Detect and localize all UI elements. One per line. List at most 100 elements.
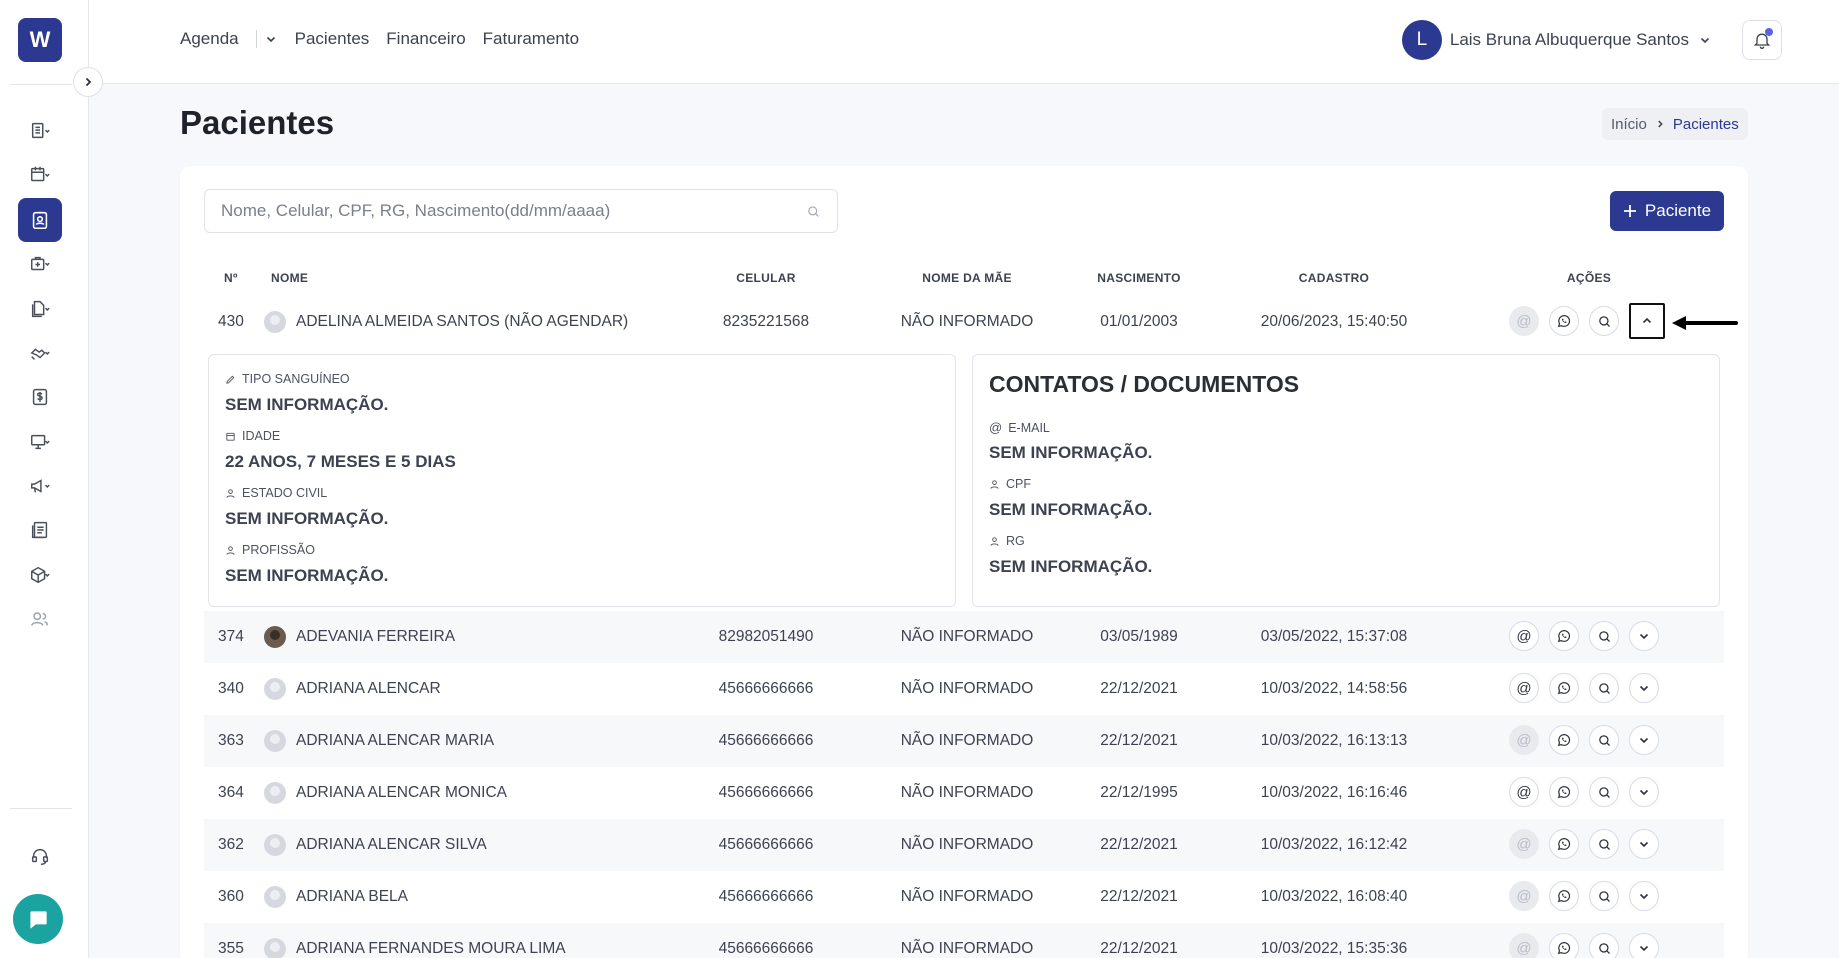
whatsapp-button[interactable]	[1549, 673, 1579, 703]
table-row[interactable]: 360 ADRIANA BELA 45666666666 NÃO INFORMADO 2…	[204, 871, 1724, 923]
view-button[interactable]	[1589, 725, 1619, 755]
whatsapp-button[interactable]	[1549, 777, 1579, 807]
sidebar-item-monitor[interactable]	[18, 420, 62, 464]
sidebar-item-pacientes[interactable]	[18, 198, 62, 242]
whatsapp-icon	[1557, 682, 1571, 695]
sidebar-item-financeiro[interactable]	[18, 375, 62, 419]
cell-mae: NÃO INFORMADO	[900, 940, 1034, 957]
cell-mae: NÃO INFORMADO	[900, 836, 1034, 853]
at-icon: @	[1516, 627, 1532, 645]
email-button[interactable]: @	[1509, 933, 1539, 958]
whatsapp-button[interactable]	[1549, 829, 1579, 859]
cell-name: ADELINA ALMEIDA SANTOS (NÃO AGENDAR)	[296, 313, 629, 330]
whatsapp-button[interactable]	[1549, 933, 1579, 958]
email-button[interactable]: @	[1509, 306, 1539, 336]
table-row[interactable]: 363 ADRIANA ALENCAR MARIA 45666666666 NÃO I…	[204, 715, 1724, 767]
medical-bag-icon	[31, 256, 50, 271]
at-icon: @	[1516, 679, 1532, 697]
sidebar-item-documents[interactable]	[18, 287, 62, 331]
dollar-icon	[32, 388, 48, 406]
detail-label: @ E-MAIL	[989, 420, 1050, 435]
email-button[interactable]: @	[1509, 881, 1539, 911]
whatsapp-button[interactable]	[1549, 881, 1579, 911]
sidebar-divider	[10, 84, 72, 85]
detail-label: TIPO SANGUÍNEO	[225, 372, 350, 386]
expand-row-button[interactable]	[1629, 881, 1659, 911]
view-button[interactable]	[1589, 673, 1619, 703]
whatsapp-button[interactable]	[1549, 621, 1579, 651]
expand-row-button[interactable]	[1629, 777, 1659, 807]
chevron-down-icon	[1639, 893, 1649, 900]
row-actions: @	[1509, 621, 1659, 651]
topbar: Agenda Pacientes Financeiro Faturamento …	[89, 0, 1839, 84]
sidebar-item-estoque[interactable]	[18, 553, 62, 597]
expand-row-button[interactable]	[1629, 725, 1659, 755]
expand-row-button[interactable]	[1629, 621, 1659, 651]
collapse-row-button[interactable]	[1629, 303, 1665, 339]
chat-button[interactable]	[13, 894, 63, 944]
email-button[interactable]: @	[1509, 725, 1539, 755]
expand-row-button[interactable]	[1629, 673, 1659, 703]
detail-label-text: RG	[1006, 534, 1025, 548]
view-button[interactable]	[1589, 829, 1619, 859]
sidebar-item-agenda[interactable]	[18, 153, 62, 197]
email-button[interactable]: @	[1509, 673, 1539, 703]
cell-name: ADRIANA BELA	[296, 888, 408, 905]
sidebar-item-users[interactable]	[18, 597, 62, 641]
sidebar-item-medical[interactable]	[18, 242, 62, 286]
email-button[interactable]: @	[1509, 621, 1539, 651]
view-button[interactable]	[1589, 306, 1619, 336]
patient-avatar	[264, 834, 286, 856]
sidebar-item-handshake[interactable]	[18, 331, 62, 375]
whatsapp-button[interactable]	[1549, 725, 1579, 755]
agenda-dropdown[interactable]	[265, 33, 277, 45]
expand-row-button[interactable]	[1629, 829, 1659, 859]
email-button[interactable]: @	[1509, 829, 1539, 859]
view-button[interactable]	[1589, 933, 1619, 958]
search-icon	[1598, 890, 1610, 902]
table-row[interactable]: 362 ADRIANA ALENCAR SILVA 45666666666 NÃO I…	[204, 819, 1724, 871]
expand-row-button[interactable]	[1629, 933, 1659, 958]
nav-financeiro[interactable]: Financeiro	[386, 29, 465, 49]
view-button[interactable]	[1589, 881, 1619, 911]
whatsapp-button[interactable]	[1549, 306, 1579, 336]
detail-label-text: CPF	[1006, 477, 1031, 491]
notifications-button[interactable]	[1742, 20, 1782, 60]
page-title: Pacientes	[180, 104, 335, 141]
contacts-documents-panel: CONTATOS / DOCUMENTOS @ E-MAIL SEM INFOR…	[972, 354, 1720, 607]
sidebar-item-marketing[interactable]	[18, 464, 62, 508]
table-row[interactable]: 355 ADRIANA FERNANDES MOURA LIMA 456666666…	[204, 923, 1724, 958]
whatsapp-icon	[1557, 630, 1571, 643]
cell-cad: 10/03/2022, 15:35:36	[1260, 940, 1408, 957]
sidebar-item-list[interactable]	[18, 109, 62, 153]
sidebar-toggle-button[interactable]	[73, 67, 103, 97]
table-row[interactable]: 364 ADRIANA ALENCAR MONICA 45666666666 NÃO …	[204, 767, 1724, 819]
search-input[interactable]	[221, 201, 807, 221]
table-header: Nº NOME CELULAR NOME DA MÃE NASCIMENTO C…	[204, 266, 1724, 292]
cell-name: ADRIANA ALENCAR MONICA	[296, 784, 508, 801]
user-menu[interactable]: L Lais Bruna Albuquerque Santos	[1401, 20, 1711, 60]
sidebar-item-support[interactable]	[18, 834, 62, 878]
detail-label-text: ESTADO CIVIL	[242, 486, 328, 500]
add-patient-button[interactable]: Paciente	[1610, 191, 1724, 231]
view-button[interactable]	[1589, 777, 1619, 807]
table-row[interactable]: 340 ADRIANA ALENCAR 45666666666 NÃO INFORMA…	[204, 663, 1724, 715]
list-icon	[31, 122, 50, 139]
at-icon: @	[989, 420, 1003, 435]
nav-pacientes[interactable]: Pacientes	[295, 29, 370, 49]
search-icon	[1598, 942, 1610, 954]
app-root: W Agenda Pacientes Financeiro Faturament…	[0, 0, 1839, 958]
breadcrumb-home[interactable]: Início	[1611, 116, 1647, 133]
nav-agenda[interactable]: Agenda	[180, 29, 239, 49]
cell-name: ADEVANIA FERREIRA	[296, 628, 456, 645]
logo[interactable]: W	[18, 18, 62, 62]
table-row[interactable]: 374 ADEVANIA FERREIRA 82982051490 NÃO INFOR…	[204, 611, 1724, 663]
sidebar-item-reports[interactable]	[18, 508, 62, 552]
breadcrumb: Início Pacientes	[1602, 108, 1748, 140]
box-icon	[31, 566, 50, 584]
panel-title: CONTATOS / DOCUMENTOS	[989, 371, 1300, 397]
table-row[interactable]: 430 ADELINA ALMEIDA SANTOS (NÃO AGENDAR) 8…	[204, 296, 1724, 348]
view-button[interactable]	[1589, 621, 1619, 651]
nav-faturamento[interactable]: Faturamento	[483, 29, 579, 49]
email-button[interactable]: @	[1509, 777, 1539, 807]
